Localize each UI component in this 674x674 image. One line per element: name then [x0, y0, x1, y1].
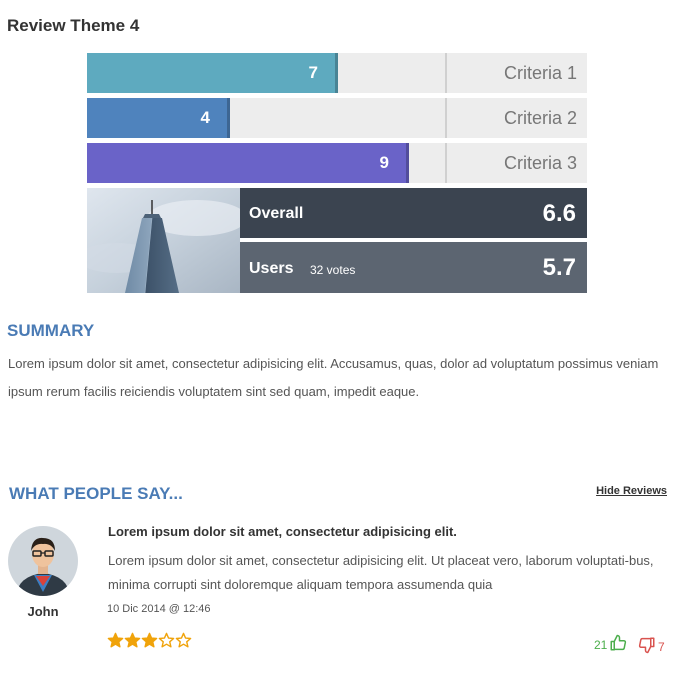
star-empty-icon [158, 632, 175, 648]
votes-count: 32 votes [310, 263, 356, 277]
criteria-separator [445, 143, 447, 183]
criteria-label: Criteria 2 [503, 108, 577, 128]
summary-text: Lorem ipsum dolor sit amet, consectetur … [8, 356, 659, 399]
criteria-value: 9 [379, 153, 389, 172]
review-author: John [27, 604, 59, 619]
criteria-separator [445, 98, 447, 138]
users-score-box: Users 32 votes 5.7 [240, 242, 587, 293]
criteria-label: Criteria 1 [503, 63, 577, 83]
dislike-count: 7 [658, 639, 665, 654]
thumbs-up-icon [609, 634, 627, 655]
users-label: Users [249, 260, 294, 277]
avatar [8, 526, 78, 596]
summary-heading: SUMMARY [7, 321, 95, 340]
star-filled-icon [107, 632, 124, 648]
review-text: Lorem ipsum dolor sit amet, consectetur … [108, 553, 654, 592]
product-photo [87, 188, 240, 293]
star-rating [107, 632, 192, 654]
overall-score-box: Overall 6.6 [240, 188, 587, 238]
dislike-button[interactable]: 7 [638, 636, 665, 657]
users-score: 5.7 [542, 254, 576, 281]
star-empty-icon [175, 632, 192, 648]
star-filled-icon [124, 632, 141, 648]
like-button[interactable]: 21 [594, 634, 627, 655]
criteria-row-2: 4 Criteria 2 [87, 98, 587, 138]
criteria-value: 7 [308, 63, 318, 82]
criteria-row-3: 9 Criteria 3 [87, 143, 587, 183]
review-theme-title: Review Theme 4 [7, 16, 140, 35]
criteria-row-1: 7 Criteria 1 [87, 53, 587, 93]
review-date: 10 Dic 2014 @ 12:46 [107, 603, 211, 615]
like-count: 21 [594, 637, 608, 652]
reviews-heading: WHAT PEOPLE SAY... [9, 484, 183, 503]
thumbs-down-icon [638, 636, 656, 657]
star-filled-icon [141, 632, 158, 648]
overall-label: Overall [249, 205, 304, 222]
hide-reviews-link[interactable]: Hide Reviews [596, 485, 667, 497]
criteria-value: 4 [200, 108, 210, 127]
overall-score: 6.6 [542, 200, 576, 227]
criteria-label: Criteria 3 [503, 153, 577, 173]
review-title: Lorem ipsum dolor sit amet, consectetur … [108, 524, 457, 539]
criteria-separator [445, 53, 447, 93]
